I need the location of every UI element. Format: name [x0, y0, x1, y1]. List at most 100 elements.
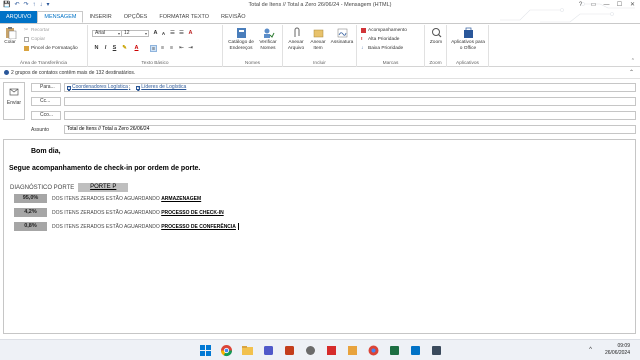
stat-percentage: 95,0% [14, 194, 47, 203]
tab-format-text[interactable]: FORMATAR TEXTO [153, 11, 215, 23]
high-importance-button[interactable]: ! Alta Prioridade [361, 37, 399, 42]
clock[interactable]: 09:09 26/06/2024 [605, 343, 630, 357]
stat-text: DOS ITENS ZERADOS ESTÃO AGUARDANDO ARMAZ… [52, 195, 202, 202]
app-icon[interactable] [324, 343, 339, 358]
italic-button[interactable]: I [102, 45, 109, 52]
include-group-label: Incluir [313, 61, 326, 66]
attach-file-button[interactable]: Anexar Arquivo [285, 27, 307, 51]
tags-group: Acompanhamento ! Alta Prioridade ↓ Baixa… [357, 25, 425, 67]
collapse-ribbon-icon[interactable]: ⌃ [631, 58, 635, 64]
follow-up-button[interactable]: Acompanhamento [361, 28, 407, 33]
attach-item-button[interactable]: Anexar Item [307, 27, 329, 51]
underline-button[interactable]: S [111, 45, 118, 52]
increase-indent-button[interactable]: ⇥ [187, 45, 194, 52]
excel-icon[interactable] [387, 343, 402, 358]
clipboard-group: Colar ✂ Recortar Copiar Pincel de Format… [0, 25, 88, 67]
down-arrow-icon: ↓ [361, 46, 364, 51]
flag-icon [361, 28, 366, 33]
paste-button[interactable]: Colar [2, 27, 18, 46]
greeting-text: Bom dia, [31, 148, 61, 155]
to-button[interactable]: Para... [31, 83, 61, 92]
windows-start-icon[interactable] [198, 343, 213, 358]
clock-time: 09:09 [617, 343, 630, 349]
basic-text-group-label: Texto Básico [141, 61, 169, 66]
signature-icon [337, 28, 347, 38]
bcc-field[interactable] [64, 111, 636, 120]
font-color-button[interactable]: A [133, 45, 140, 52]
subject-field[interactable]: Total de Itens // Total a Zero 26/06/24 [64, 125, 636, 134]
numbering-button[interactable]: ☰ [178, 30, 185, 37]
clock-date: 26/06/2024 [604, 350, 630, 356]
expand-icon[interactable]: + [136, 85, 141, 90]
tags-group-label: Marcas [382, 61, 399, 66]
app-icon[interactable] [345, 343, 360, 358]
format-painter-button[interactable]: Pincel de Formatação [24, 46, 78, 51]
teams-icon[interactable] [261, 343, 276, 358]
to-field[interactable]: + Coordenadores Logística; + Líderes de Lo… [64, 83, 636, 92]
font-name-combo[interactable]: Arial ▾ [92, 30, 122, 37]
outlook-icon[interactable] [408, 343, 423, 358]
taskbar: ^ 09:09 26/06/2024 [0, 339, 640, 360]
font-size-combo[interactable]: 12 ▾ [121, 30, 149, 37]
bold-button[interactable]: N [93, 45, 100, 52]
subject-label: Assunto [31, 127, 50, 133]
recipient-chip[interactable]: + Coordenadores Logística; [67, 84, 130, 91]
recipient-chip[interactable]: + Líderes de Logística [136, 84, 186, 91]
zoom-group: Zoom Zoom [425, 25, 447, 67]
message-body[interactable]: Bom dia, Segue acompanhamento de check-i… [3, 139, 636, 334]
align-left-button[interactable]: ≡ [150, 45, 157, 52]
diagnostic-label: DIAGNÓSTICO PORTE [10, 184, 75, 191]
send-button[interactable]: Enviar [3, 82, 25, 120]
basic-text-group: Arial ▾ 12 ▾ A A ☰ ☰ A N I S ✎ A ≡ ≡ ≡ ⇤ ⇥… [88, 25, 223, 67]
bcc-button[interactable]: Cco... [31, 111, 61, 120]
expand-icon[interactable]: + [67, 85, 71, 90]
clipboard-group-label: Área de Transferência [19, 61, 68, 66]
zoom-button[interactable]: Zoom [427, 27, 445, 46]
chevron-up-icon[interactable]: ⌃ [629, 69, 634, 76]
stat-percentage: 4,2% [14, 208, 47, 217]
tab-file[interactable]: ARQUIVO [0, 11, 38, 23]
grow-font-button[interactable]: A [152, 30, 159, 37]
address-book-button[interactable]: Catálogo de Endereços [226, 27, 256, 51]
stat-percentage: 0,8% [14, 222, 47, 231]
low-importance-button[interactable]: ↓ Baixa Prioridade [361, 46, 403, 51]
apps-group: Aplicativos para o Office Aplicativos [447, 25, 489, 67]
highlight-button[interactable]: ✎ [121, 45, 128, 52]
diagnostic-header: DIAGNÓSTICO PORTE PORTE P [10, 183, 129, 192]
check-names-button[interactable]: Verificar Nomes [256, 27, 280, 51]
powerpoint-icon[interactable] [282, 343, 297, 358]
cc-button[interactable]: Cc... [31, 97, 61, 106]
cc-field[interactable] [64, 97, 636, 106]
file-explorer-icon[interactable] [240, 343, 255, 358]
zoom-group-label: Zoom [429, 61, 442, 66]
bullets-button[interactable]: ☰ [169, 30, 176, 37]
stat-row: 95,0% DOS ITENS ZERADOS ESTÃO AGUARDANDO… [14, 194, 201, 203]
align-right-button[interactable]: ≡ [168, 45, 175, 52]
decrease-indent-button[interactable]: ⇤ [178, 45, 185, 52]
tab-review[interactable]: REVISÃO [215, 11, 251, 23]
chrome-icon[interactable] [219, 343, 234, 358]
store-icon [463, 27, 473, 38]
align-center-button[interactable]: ≡ [159, 45, 166, 52]
signature-button[interactable]: Assinatura [329, 27, 355, 46]
clear-format-button[interactable]: A [187, 30, 194, 37]
tab-message[interactable]: MENSAGEM [37, 11, 84, 23]
magnifier-icon [431, 28, 441, 38]
browser-icon[interactable] [366, 343, 381, 358]
send-icon [9, 88, 19, 96]
chat-app-icon[interactable] [303, 343, 318, 358]
cut-button[interactable]: ✂ Recortar [24, 28, 49, 34]
apps-for-office-button[interactable]: Aplicativos para o Office [450, 27, 486, 51]
tray-chevron-icon[interactable]: ^ [589, 347, 592, 353]
shrink-font-button[interactable]: A [160, 30, 167, 37]
apps-group-label: Aplicativos [456, 61, 479, 66]
attach-item-icon [313, 29, 323, 38]
tab-insert[interactable]: INSERIR [83, 11, 117, 23]
stat-text: DOS ITENS ZERADOS ESTÃO AGUARDANDO PROCE… [52, 223, 239, 230]
info-bar-text: 2 grupos de contatos contêm mais de 132 … [11, 69, 136, 76]
tab-options[interactable]: OPÇÕES [118, 11, 154, 23]
names-group-label: Nomes [244, 61, 261, 66]
copy-button[interactable]: Copiar [24, 37, 45, 42]
exclamation-icon: ! [361, 37, 363, 42]
app-icon[interactable] [429, 343, 444, 358]
